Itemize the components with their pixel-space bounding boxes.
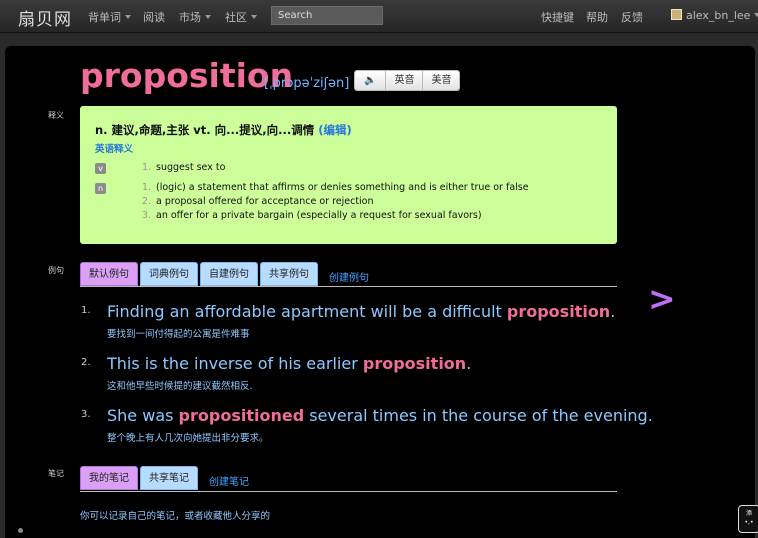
examples-section-label: 例句 <box>48 266 64 275</box>
definition-box: n. 建议,命题,主张 vt. 向...提议,向...调情 (编辑) 英语释义 … <box>80 106 617 244</box>
tab-custom-examples[interactable]: 自建例句 <box>200 262 258 286</box>
notes-divider <box>80 491 617 492</box>
feedback-link[interactable]: 反馈 <box>621 9 643 25</box>
chinese-definition: n. 建议,命题,主张 vt. 向...提议,向...调情 (编辑) <box>95 123 352 137</box>
example-sentence: Finding an affordable apartment will be … <box>107 302 616 321</box>
shortcut-link[interactable]: 快捷键 <box>541 9 574 25</box>
floating-widget[interactable]: 添 •,• <box>738 505 758 533</box>
sense-item: 3. an offer for a private bargain (especi… <box>142 210 482 221</box>
pos-badge-noun: n <box>95 183 106 194</box>
examples-divider <box>80 286 617 287</box>
tab-my-notes[interactable]: 我的笔记 <box>80 466 138 490</box>
nav-item-community[interactable]: 社区 <box>225 9 257 25</box>
example-number: 3. <box>81 409 91 420</box>
search-input[interactable] <box>271 6 383 25</box>
nav-item-market[interactable]: 市场 <box>179 9 211 25</box>
audio-buttons: 🔈 英音 美音 <box>354 70 461 91</box>
chevron-down-icon <box>754 13 758 17</box>
brand-logo[interactable]: 扇贝网 <box>18 5 72 30</box>
notes-description: 你可以记录自己的笔记，或者收藏他人分享的 <box>80 511 271 522</box>
tab-default-examples[interactable]: 默认例句 <box>80 262 138 286</box>
create-example-link[interactable]: 创建例句 <box>329 269 369 284</box>
create-note-link[interactable]: 创建笔记 <box>209 473 249 488</box>
definition-section-label: 释义 <box>48 111 64 120</box>
user-menu[interactable]: alex_bn_lee <box>686 9 758 22</box>
bullet-icon <box>18 528 23 533</box>
nav-item-reading[interactable]: 阅读 <box>143 9 165 25</box>
help-link[interactable]: 帮助 <box>586 9 608 25</box>
example-number: 1. <box>81 305 91 316</box>
chevron-down-icon <box>125 15 131 19</box>
tab-shared-examples[interactable]: 共享例句 <box>260 262 318 286</box>
example-translation: 要找到一间付得起的公寓是件难事 <box>107 329 250 340</box>
widget-label: 添 <box>745 510 752 517</box>
nav-item-vocab[interactable]: 背单词 <box>88 9 131 25</box>
chevron-down-icon <box>205 15 211 19</box>
example-number: 2. <box>81 357 91 368</box>
example-sentence: She was propositioned several times in t… <box>107 406 653 425</box>
tab-dictionary-examples[interactable]: 词典例句 <box>140 262 198 286</box>
speaker-icon[interactable]: 🔈 <box>355 71 386 90</box>
sense-item: 1. (logic) a statement that affirms or de… <box>142 182 529 193</box>
word-title: proposition <box>80 56 294 95</box>
sense-item: 2. a proposal offered for acceptance or r… <box>142 196 374 207</box>
uk-audio-button[interactable]: 英音 <box>385 71 423 90</box>
example-translation: 整个晚上有人几次向她提出非分要求。 <box>107 433 269 444</box>
next-arrow-icon[interactable]: > <box>648 279 676 318</box>
chevron-down-icon <box>251 15 257 19</box>
notes-section-label: 笔记 <box>48 469 64 478</box>
example-sentence: This is the inverse of his earlier propo… <box>107 354 472 373</box>
edit-definition-link[interactable]: (编辑) <box>318 123 352 137</box>
widget-glyph: •,• <box>744 519 754 526</box>
sense-item: 1. suggest sex to <box>142 162 226 173</box>
pos-badge-verb: v <box>95 163 106 174</box>
us-audio-button[interactable]: 美音 <box>422 71 460 90</box>
tab-shared-notes[interactable]: 共享笔记 <box>140 466 198 490</box>
top-navbar: 扇贝网 背单词 阅读 市场 社区 快捷键 帮助 反馈 alex_bn_lee <box>0 0 758 33</box>
user-avatar-icon <box>671 9 682 20</box>
english-definition-title: 英语释义 <box>95 144 134 155</box>
pronunciation: [ˌprɔpəˈziʃən] <box>264 76 350 91</box>
example-translation: 这和他早些时候提的建议截然相反. <box>107 381 253 392</box>
